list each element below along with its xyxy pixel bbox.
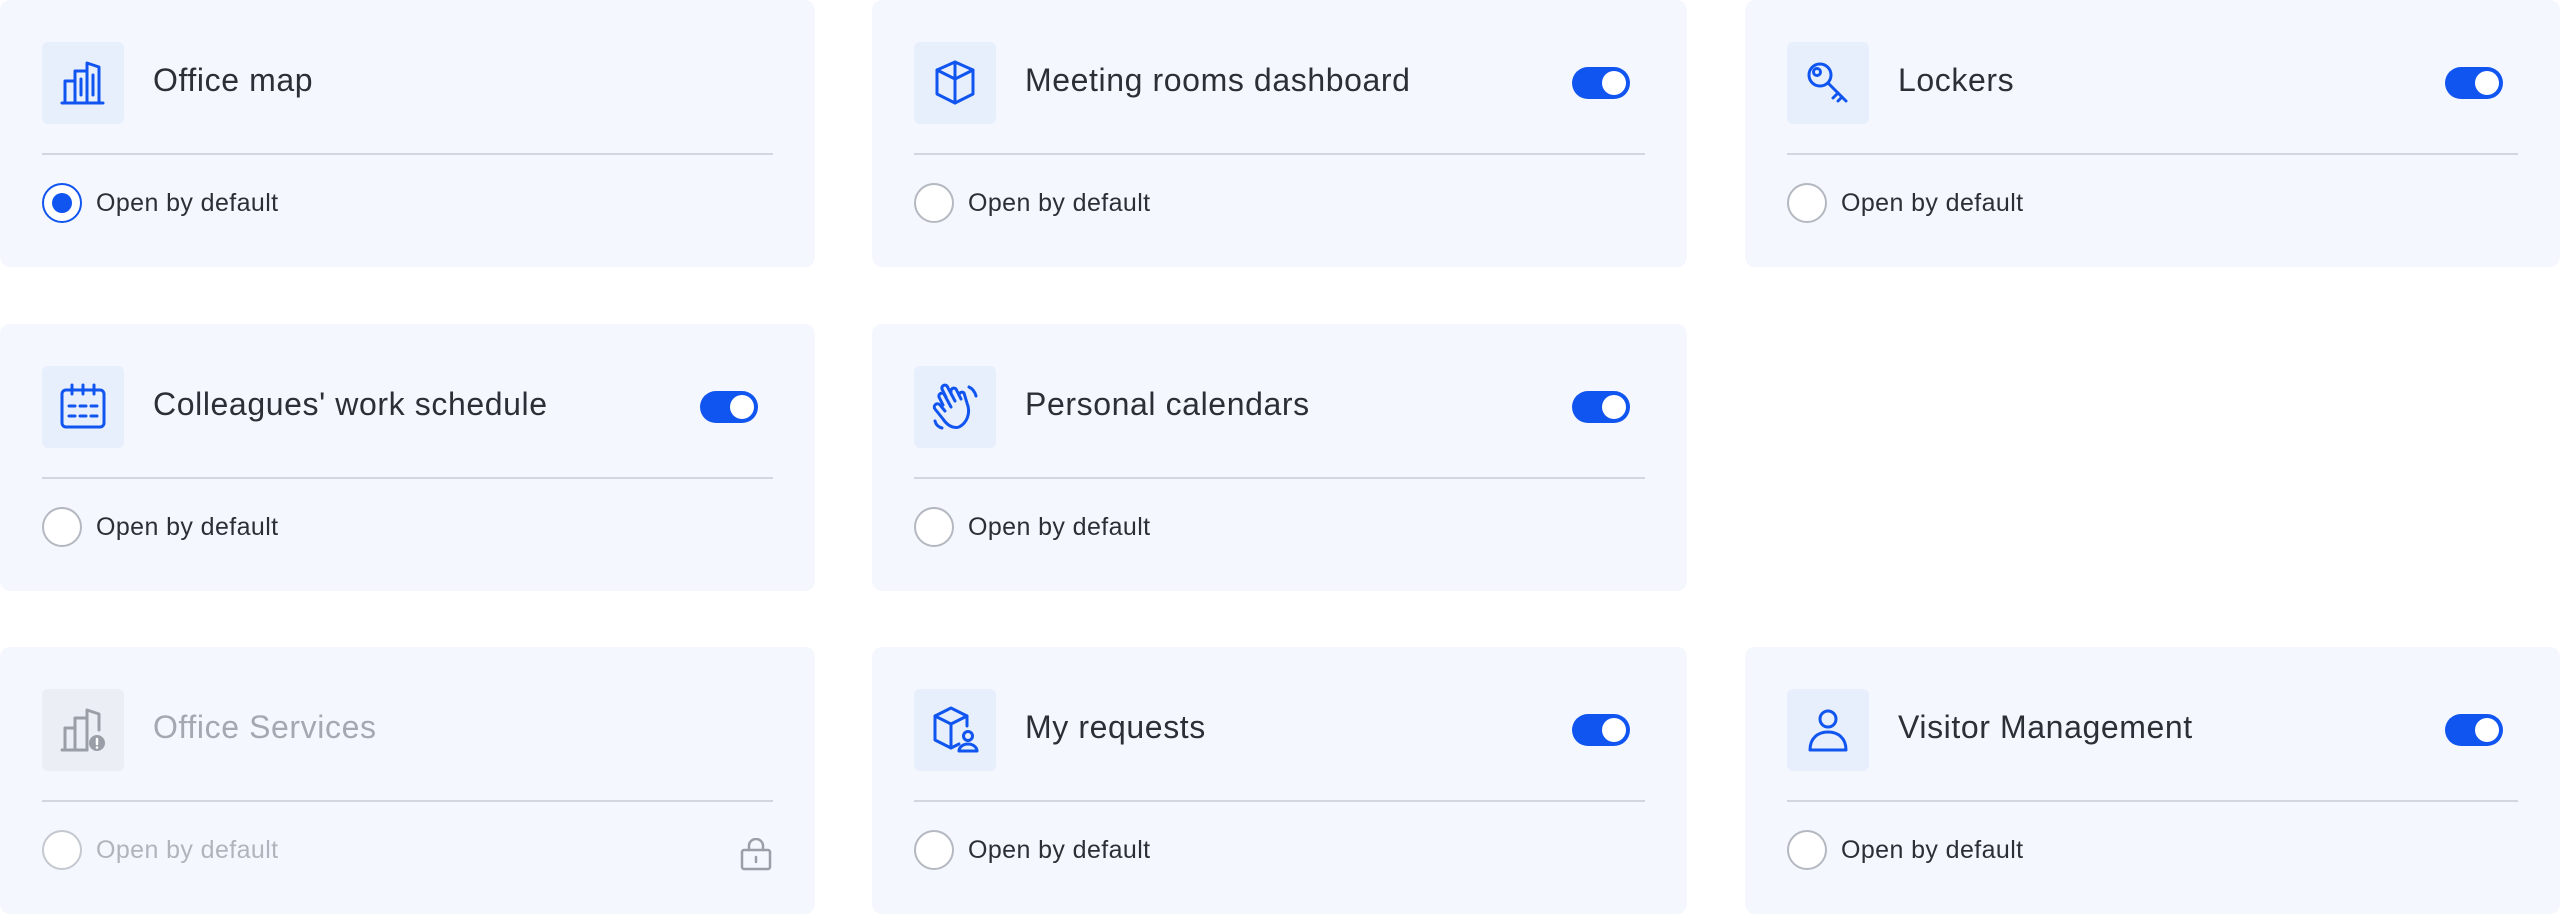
divider (1787, 800, 2518, 802)
enable-toggle[interactable] (700, 391, 758, 423)
divider (914, 800, 1645, 802)
radio-label: Open by default (968, 188, 1151, 217)
card-title: Meeting rooms dashboard (1025, 62, 1411, 98)
card-my-requests: My requests Open by default (872, 647, 1687, 914)
divider (914, 477, 1645, 479)
card-lockers: Lockers Open by default (1745, 0, 2560, 267)
radio-button[interactable] (1787, 830, 1827, 870)
card-title: Visitor Management (1898, 709, 2193, 745)
radio-button[interactable] (42, 507, 82, 547)
card-office-services: Office Services Open by default (0, 647, 815, 914)
enable-toggle[interactable] (1572, 714, 1630, 746)
radio-button[interactable] (914, 183, 954, 223)
modules-grid: Office map Open by default Meeting rooms… (0, 0, 2560, 915)
radio-label: Open by default (96, 512, 279, 541)
enable-toggle[interactable] (1572, 391, 1630, 423)
card-meeting-rooms-dashboard: Meeting rooms dashboard Open by default (872, 0, 1687, 267)
cube-icon (914, 42, 996, 124)
enable-toggle[interactable] (2445, 714, 2503, 746)
card-title: Lockers (1898, 62, 2015, 98)
card-colleagues-work-schedule: Colleagues' work schedule Open by defaul… (0, 324, 815, 591)
open-by-default-radio[interactable]: Open by default (914, 183, 1151, 223)
radio-label: Open by default (1841, 188, 2024, 217)
card-title: Personal calendars (1025, 386, 1310, 422)
waving-hand-icon (914, 366, 996, 448)
open-by-default-radio[interactable]: Open by default (1787, 183, 2024, 223)
open-by-default-radio[interactable]: Open by default (914, 830, 1151, 870)
radio-label: Open by default (96, 188, 279, 217)
key-icon (1787, 42, 1869, 124)
person-icon (1787, 689, 1869, 771)
radio-button[interactable] (914, 830, 954, 870)
radio-label: Open by default (968, 512, 1151, 541)
open-by-default-radio[interactable]: Open by default (42, 507, 279, 547)
card-title: Office map (153, 62, 314, 98)
open-by-default-radio[interactable]: Open by default (1787, 830, 2024, 870)
card-title: Colleagues' work schedule (153, 386, 548, 422)
divider (42, 153, 773, 155)
radio-button[interactable] (914, 507, 954, 547)
radio-button[interactable] (1787, 183, 1827, 223)
open-by-default-radio[interactable]: Open by default (42, 183, 279, 223)
divider (42, 800, 773, 802)
requests-cube-user-icon (914, 689, 996, 771)
lock-icon (740, 838, 772, 871)
radio-button (42, 830, 82, 870)
card-title: My requests (1025, 709, 1206, 745)
divider (1787, 153, 2518, 155)
open-by-default-radio: Open by default (42, 830, 279, 870)
enable-toggle[interactable] (1572, 67, 1630, 99)
card-office-map: Office map Open by default (0, 0, 815, 267)
office-building-icon (42, 42, 124, 124)
card-personal-calendars: Personal calendars Open by default (872, 324, 1687, 591)
card-visitor-management: Visitor Management Open by default (1745, 647, 2560, 914)
calendar-icon (42, 366, 124, 448)
office-services-icon (42, 689, 124, 771)
radio-label: Open by default (96, 835, 279, 864)
radio-button[interactable] (42, 183, 82, 223)
divider (42, 477, 773, 479)
card-title: Office Services (153, 709, 377, 745)
radio-label: Open by default (1841, 835, 2024, 864)
divider (914, 153, 1645, 155)
enable-toggle[interactable] (2445, 67, 2503, 99)
open-by-default-radio[interactable]: Open by default (914, 507, 1151, 547)
radio-label: Open by default (968, 835, 1151, 864)
